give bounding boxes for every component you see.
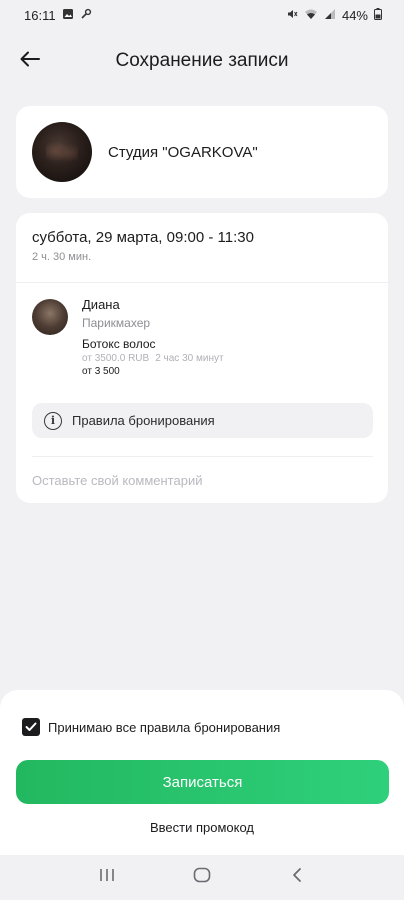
service-total: от 3 500 — [82, 366, 120, 377]
service-price-from: от 3500.0 RUB — [82, 353, 150, 364]
back-button[interactable] — [16, 47, 44, 75]
wrench-icon — [80, 8, 92, 23]
booking-rules-button[interactable]: i Правила бронирования — [32, 403, 373, 438]
wifi-icon — [304, 8, 318, 23]
studio-card[interactable]: Студия "OGARKOVA" — [16, 106, 388, 198]
studio-avatar — [32, 122, 92, 182]
gallery-icon — [62, 8, 74, 23]
service-duration: 2 час 30 минут — [155, 353, 224, 364]
status-left: 16:11 — [24, 8, 92, 23]
page-title: Сохранение записи — [115, 50, 289, 71]
submit-booking-button[interactable]: Записаться — [16, 760, 389, 804]
battery-icon — [374, 7, 382, 23]
bottom-sheet: Принимаю все правила бронирования Записа… — [0, 690, 404, 855]
appointment-details-card: суббота, 29 марта, 09:00 - 11:30 2 ч. 30… — [16, 213, 388, 503]
home-button[interactable] — [182, 863, 222, 893]
check-icon — [25, 722, 37, 731]
master-avatar — [32, 299, 68, 335]
master-block: Диана Парикмахер Ботокс волос от 3500.0 … — [16, 283, 388, 393]
mute-icon — [286, 8, 298, 23]
back-icon — [292, 867, 302, 888]
comment-input[interactable] — [32, 465, 373, 495]
status-time: 16:11 — [24, 7, 56, 23]
system-nav-bar — [0, 855, 404, 900]
agree-checkbox[interactable] — [22, 718, 40, 736]
studio-name: Студия "OGARKOVA" — [108, 143, 258, 161]
status-bar: 16:11 44% — [0, 0, 404, 30]
service-meta: от 3500.0 RUB 2 час 30 минут — [82, 353, 372, 364]
info-icon: i — [44, 411, 62, 430]
header: Сохранение записи — [0, 34, 404, 88]
appointment-date: суббота, 29 марта, 09:00 - 11:30 — [32, 229, 254, 246]
system-back-button[interactable] — [277, 863, 317, 893]
status-right: 44% — [286, 7, 382, 23]
master-name: Диана — [82, 297, 120, 312]
divider — [32, 456, 373, 457]
booking-rules-label: Правила бронирования — [72, 413, 215, 428]
promo-code-link[interactable]: Ввести промокод — [0, 820, 404, 835]
recent-apps-button[interactable] — [87, 863, 127, 893]
agree-rules-row[interactable]: Принимаю все правила бронирования — [22, 718, 280, 736]
service-name: Ботокс волос — [82, 337, 156, 351]
master-role: Парикмахер — [82, 316, 151, 330]
arrow-left-icon — [20, 51, 40, 72]
date-block: суббота, 29 марта, 09:00 - 11:30 2 ч. 30… — [16, 213, 388, 283]
battery-percent: 44% — [341, 7, 368, 23]
signal-icon — [324, 8, 336, 23]
appointment-duration: 2 ч. 30 мин. — [32, 251, 92, 263]
agree-label: Принимаю все правила бронирования — [48, 719, 281, 735]
recent-apps-icon — [99, 868, 115, 887]
home-icon — [193, 867, 211, 888]
